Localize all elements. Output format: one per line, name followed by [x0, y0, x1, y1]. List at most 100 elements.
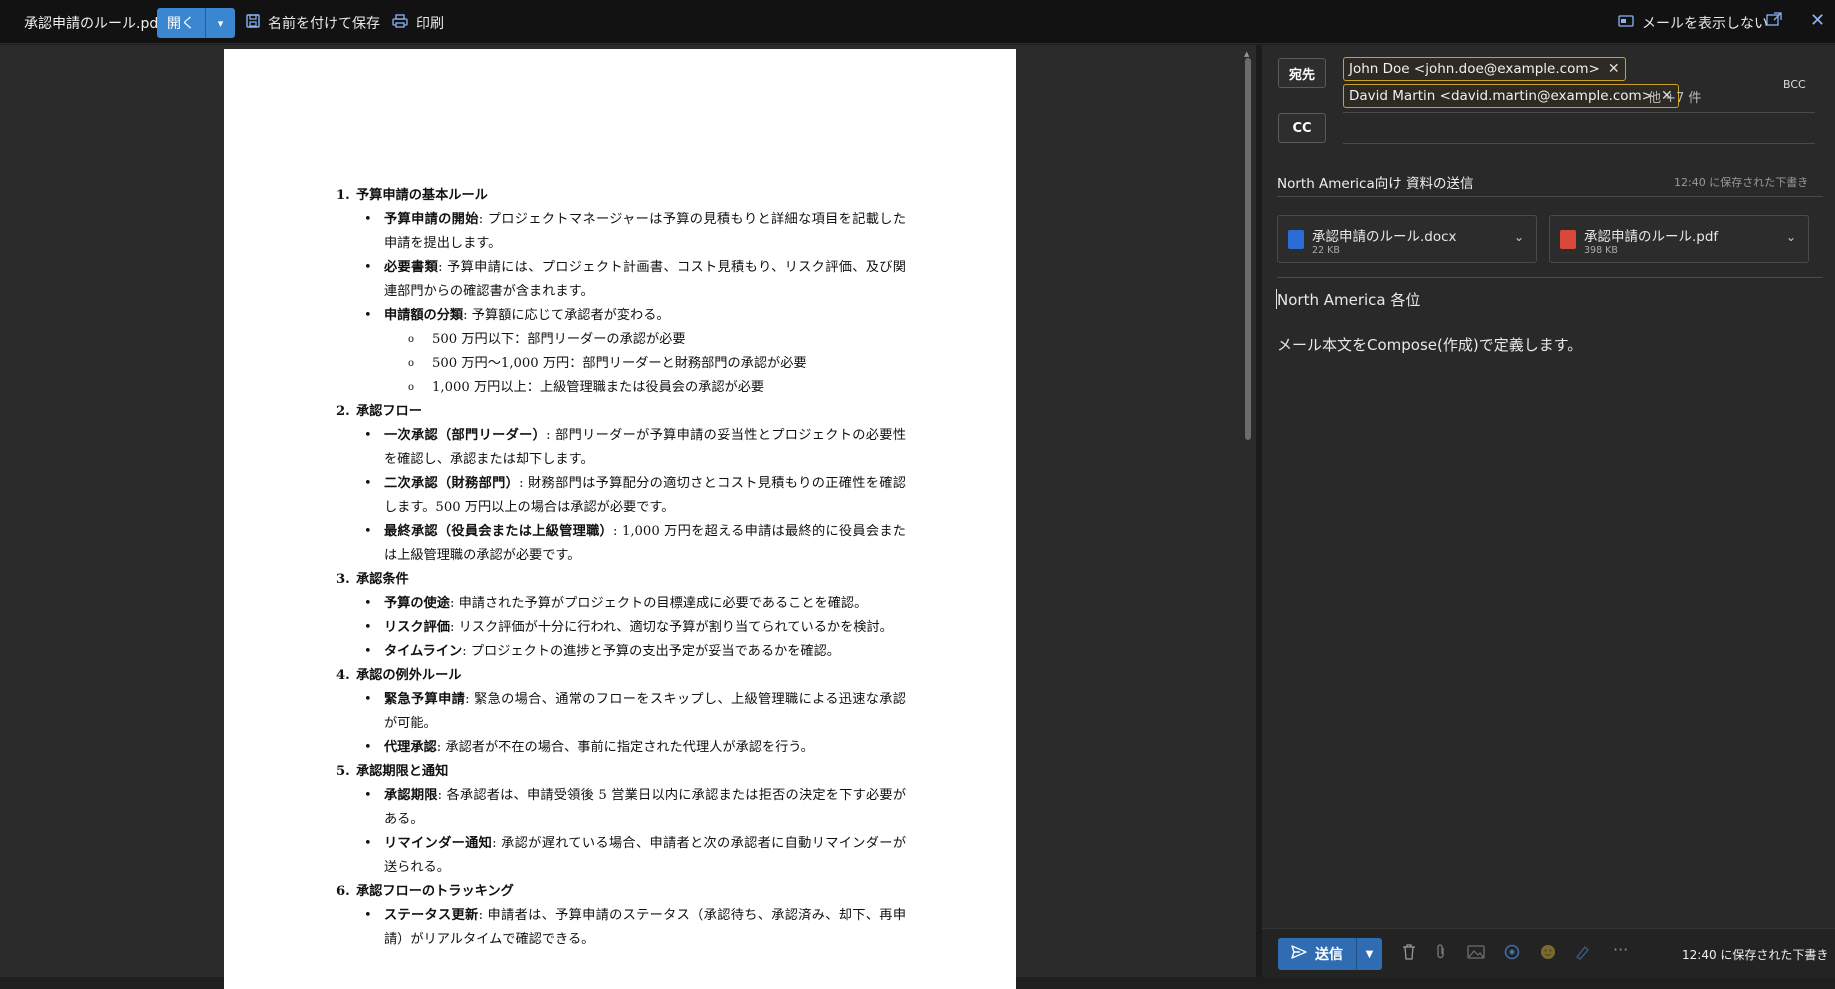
recipient-chip[interactable]: John Doe <john.doe@example.com> ✕ [1343, 57, 1626, 81]
item-text: : 承認者が不在の場合、事前に指定された代理人が承認を行う。 [436, 740, 814, 755]
list-item: リマインダー通知: 承認が遅れている場合、申請者と次の承認者に自動リマインダーが… [336, 832, 906, 880]
scroll-up-arrow-icon[interactable]: ▲ [1244, 50, 1249, 58]
chevron-down-icon[interactable]: ⌄ [1514, 230, 1524, 244]
item-text: : リスク評価が十分に行われ、適切な予算が割り当てられているかを検討。 [449, 620, 893, 635]
list-item: 緊急予算申請: 緊急の場合、通常のフローをスキップし、上級管理職による迅速な承認… [336, 688, 906, 736]
section-title: 承認条件 [356, 572, 409, 587]
section-heading: 6. 承認フローのトラッキング [336, 880, 906, 904]
more-icon[interactable]: ··· [1613, 940, 1628, 959]
item-term: 承認期限 [384, 788, 438, 803]
recipient-chip[interactable]: David Martin <david.martin@example.com> … [1343, 84, 1679, 108]
open-dropdown-button[interactable]: ▾ [205, 8, 235, 38]
attachment-card[interactable]: 承認申請のルール.docx 22 KB ⌄ [1277, 215, 1537, 263]
item-text: : プロジェクトの進捗と予算の支出予定が妥当であるかを確認。 [462, 644, 840, 659]
open-button[interactable]: 開く [157, 8, 205, 38]
section-number: 5. [336, 764, 350, 779]
close-icon[interactable]: ✕ [1810, 10, 1825, 31]
save-as-label: 名前を付けて保存 [268, 16, 380, 32]
list-item: ステータス更新: 申請者は、予算申請のステータス（承認待ち、承認済み、却下、再申… [336, 904, 906, 952]
section-title: 承認フロー [356, 404, 422, 419]
section-title: 予算申請の基本ルール [356, 188, 488, 203]
subject-underline [1277, 196, 1823, 197]
section-heading: 2. 承認フロー [336, 400, 906, 424]
print-button[interactable]: 印刷 [392, 13, 444, 33]
section-heading: 1. 予算申請の基本ルール [336, 184, 906, 208]
chevron-down-icon: ▼ [1365, 948, 1374, 960]
item-term: リスク評価 [384, 620, 450, 635]
item-term: リマインダー通知 [384, 836, 493, 851]
bcc-button[interactable]: BCC [1783, 78, 1806, 91]
section-title: 承認フローのトラッキング [356, 884, 514, 899]
delete-icon[interactable] [1402, 944, 1416, 964]
send-button[interactable]: 送信 [1278, 938, 1356, 970]
list-item: タイムライン: プロジェクトの進捗と予算の支出予定が妥当であるかを確認。 [336, 640, 906, 664]
item-term: 予算申請の開始 [384, 212, 479, 227]
section-number: 1. [336, 188, 350, 203]
chevron-down-icon: ▾ [217, 16, 224, 30]
body-greeting[interactable]: North America 各位 [1277, 289, 1420, 310]
sub-list-item: 1,000 万円以上：上級管理職または役員会の承認が必要 [336, 376, 906, 400]
section-title: 承認の例外ルール [356, 668, 462, 683]
pdf-viewer: 1. 予算申請の基本ルール予算申請の開始: プロジェクトマネージャーは予算の見積も… [0, 45, 1256, 989]
send-label: 送信 [1315, 947, 1343, 963]
item-term: 必要書類 [384, 260, 439, 275]
item-term: 緊急予算申請 [384, 692, 466, 707]
item-text: : 各承認者は、申請受領後 5 営業日以内に承認または拒否の決定を下す必要がある… [384, 788, 907, 827]
attach-icon[interactable] [1436, 944, 1446, 964]
item-term: 一次承認（部門リーダー） [384, 428, 547, 443]
list-item: 二次承認（財務部門）: 財務部門は予算配分の適切さとコスト見積もりの正確性を確認… [336, 472, 906, 520]
loop-icon[interactable] [1504, 944, 1520, 964]
item-term: 代理承認 [384, 740, 437, 755]
item-term: ステータス更新 [384, 908, 479, 923]
item-term: 予算の使途 [384, 596, 450, 611]
pdf-page: 1. 予算申請の基本ルール予算申請の開始: プロジェクトマネージャーは予算の見積も… [224, 49, 1016, 989]
list-item: 申請額の分類: 予算額に応じて承認者が変わる。 [336, 304, 906, 328]
list-item: 予算の使途: 申請された予算がプロジェクトの目標達成に必要であることを確認。 [336, 592, 906, 616]
attachments-divider [1277, 277, 1823, 278]
signature-icon[interactable] [1575, 944, 1591, 964]
attachment-card[interactable]: 承認申請のルール.pdf 398 KB ⌄ [1549, 215, 1809, 263]
attachment-name: 承認申請のルール.pdf [1584, 229, 1719, 245]
list-item: 必要書類: 予算申請には、プロジェクト計画書、コスト見積もり、リスク評価、及び関… [336, 256, 906, 304]
document-body: 1. 予算申請の基本ルール予算申請の開始: プロジェクトマネージャーは予算の見積も… [336, 184, 906, 952]
item-term: 申請額の分類 [384, 308, 464, 323]
attachment-name: 承認申請のルール.docx [1312, 229, 1457, 245]
cc-button[interactable]: CC [1278, 113, 1326, 143]
chevron-down-icon[interactable]: ⌄ [1786, 230, 1796, 244]
recipient-label: John Doe <john.doe@example.com> [1349, 61, 1600, 77]
cc-field-underline[interactable] [1343, 143, 1815, 144]
list-item: リスク評価: リスク評価が十分に行われ、適切な予算が割り当てられているかを検討。 [336, 616, 906, 640]
save-as-button[interactable]: 名前を付けて保存 [246, 13, 380, 33]
sub-list-item: 500 万円以下：部門リーダーの承認が必要 [336, 328, 906, 352]
image-icon[interactable] [1467, 944, 1485, 963]
section-number: 6. [336, 884, 350, 899]
section-number: 4. [336, 668, 350, 683]
draft-saved-status-bottom: 12:40 に保存された下書き [1682, 948, 1829, 962]
item-term: 最終承認（役員会または上級管理職） [384, 524, 614, 539]
subject-field[interactable]: North America向け 資料の送信 [1277, 172, 1474, 192]
word-file-icon [1288, 230, 1304, 249]
list-item: 予算申請の開始: プロジェクトマネージャーは予算の見積もりと詳細な項目を記載した… [336, 208, 906, 256]
item-text: : 予算額に応じて承認者が変わる。 [463, 308, 670, 323]
send-options-button[interactable]: ▼ [1356, 938, 1382, 970]
print-icon [392, 14, 408, 32]
item-text: : 申請された予算がプロジェクトの目標達成に必要であることを確認。 [449, 596, 868, 611]
item-term: 二次承認（財務部門） [384, 476, 520, 491]
emoji-icon[interactable] [1540, 944, 1556, 964]
attachment-size: 22 KB [1312, 245, 1340, 256]
viewer-scrollbar[interactable] [1245, 58, 1251, 440]
popout-icon[interactable] [1766, 12, 1782, 30]
send-button-group: 送信 ▼ [1278, 938, 1382, 970]
remove-recipient-icon[interactable]: ✕ [1608, 61, 1620, 77]
send-icon [1291, 945, 1307, 963]
body-text[interactable]: メール本文をCompose(作成)で定義します。 [1277, 334, 1582, 355]
section-heading: 5. 承認期限と通知 [336, 760, 906, 784]
recipient-label: David Martin <david.martin@example.com> [1349, 88, 1654, 104]
to-button[interactable]: 宛先 [1278, 58, 1326, 88]
hide-mail-button[interactable]: メールを表示しない [1618, 13, 1768, 33]
section-title: 承認期限と通知 [356, 764, 449, 779]
item-term: タイムライン [384, 644, 463, 659]
print-label: 印刷 [416, 16, 444, 32]
more-recipients-link[interactable]: 他 +7 件 [1648, 87, 1701, 106]
pdf-file-icon [1560, 230, 1576, 249]
